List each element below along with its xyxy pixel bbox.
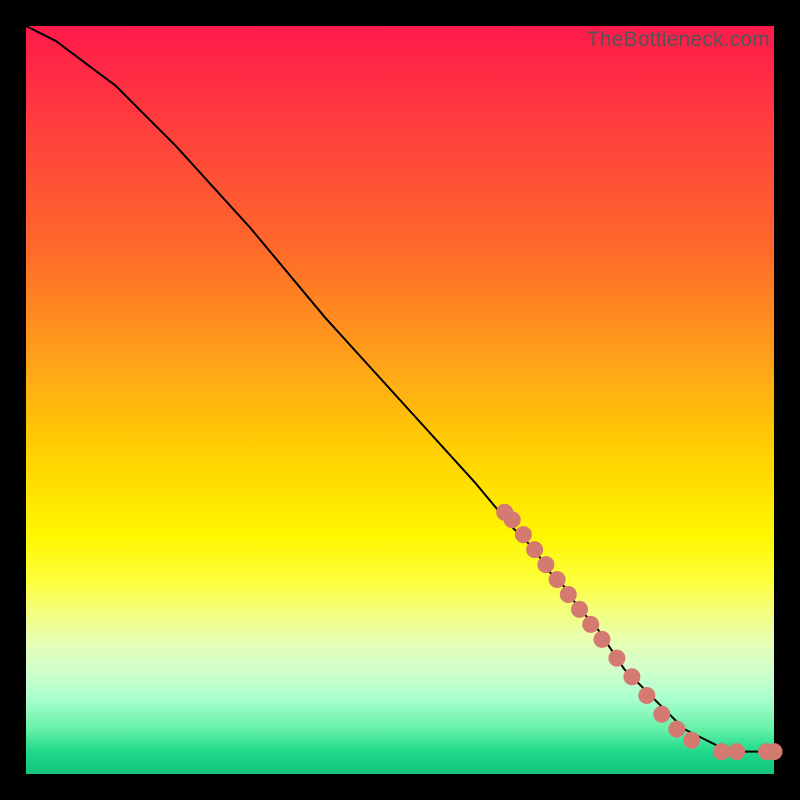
data-marker <box>714 744 730 760</box>
chart-frame: TheBottleneck.com <box>26 26 774 774</box>
data-marker <box>515 527 531 543</box>
data-marker <box>594 631 610 647</box>
data-marker <box>624 669 640 685</box>
data-marker <box>766 744 782 760</box>
data-marker <box>572 601 588 617</box>
data-markers <box>497 504 782 759</box>
chart-svg <box>26 26 774 774</box>
data-marker <box>639 688 655 704</box>
data-marker <box>527 542 543 558</box>
data-marker <box>538 557 554 573</box>
data-marker <box>504 512 520 528</box>
data-marker <box>609 650 625 666</box>
data-marker <box>549 572 565 588</box>
data-marker <box>583 616 599 632</box>
data-marker <box>560 587 576 603</box>
bottleneck-curve <box>26 26 774 752</box>
data-marker <box>669 721 685 737</box>
data-marker <box>654 706 670 722</box>
data-marker <box>729 744 745 760</box>
data-marker <box>684 732 700 748</box>
